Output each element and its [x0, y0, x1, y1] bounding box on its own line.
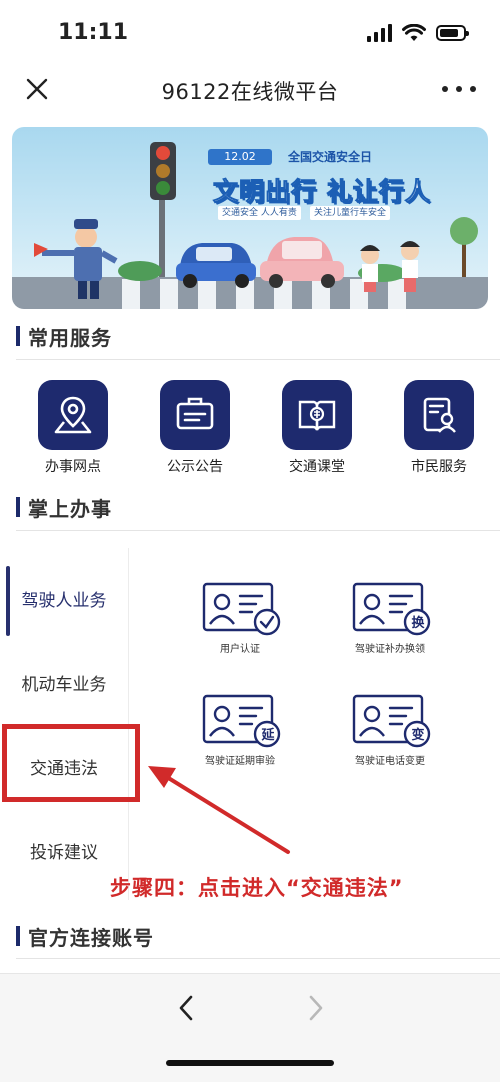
chevron-right-icon: [309, 995, 323, 1021]
divider: [16, 958, 500, 959]
section-title: 官方连接账号: [28, 925, 154, 950]
section-bar: [16, 926, 20, 946]
annotation-text: 步骤四：点击进入“交通违法”: [110, 876, 404, 900]
home-indicator: [166, 1060, 334, 1066]
annotation-arrow: [148, 766, 290, 854]
chevron-left-icon: [179, 995, 193, 1021]
forward-button[interactable]: [296, 988, 336, 1028]
back-button[interactable]: [166, 988, 206, 1028]
section-official-accounts: 官方连接账号: [16, 922, 154, 950]
page: 11:11 96122在线微平台 12.02 全国交通安全日 文明出行 礼让行人…: [0, 0, 500, 1082]
